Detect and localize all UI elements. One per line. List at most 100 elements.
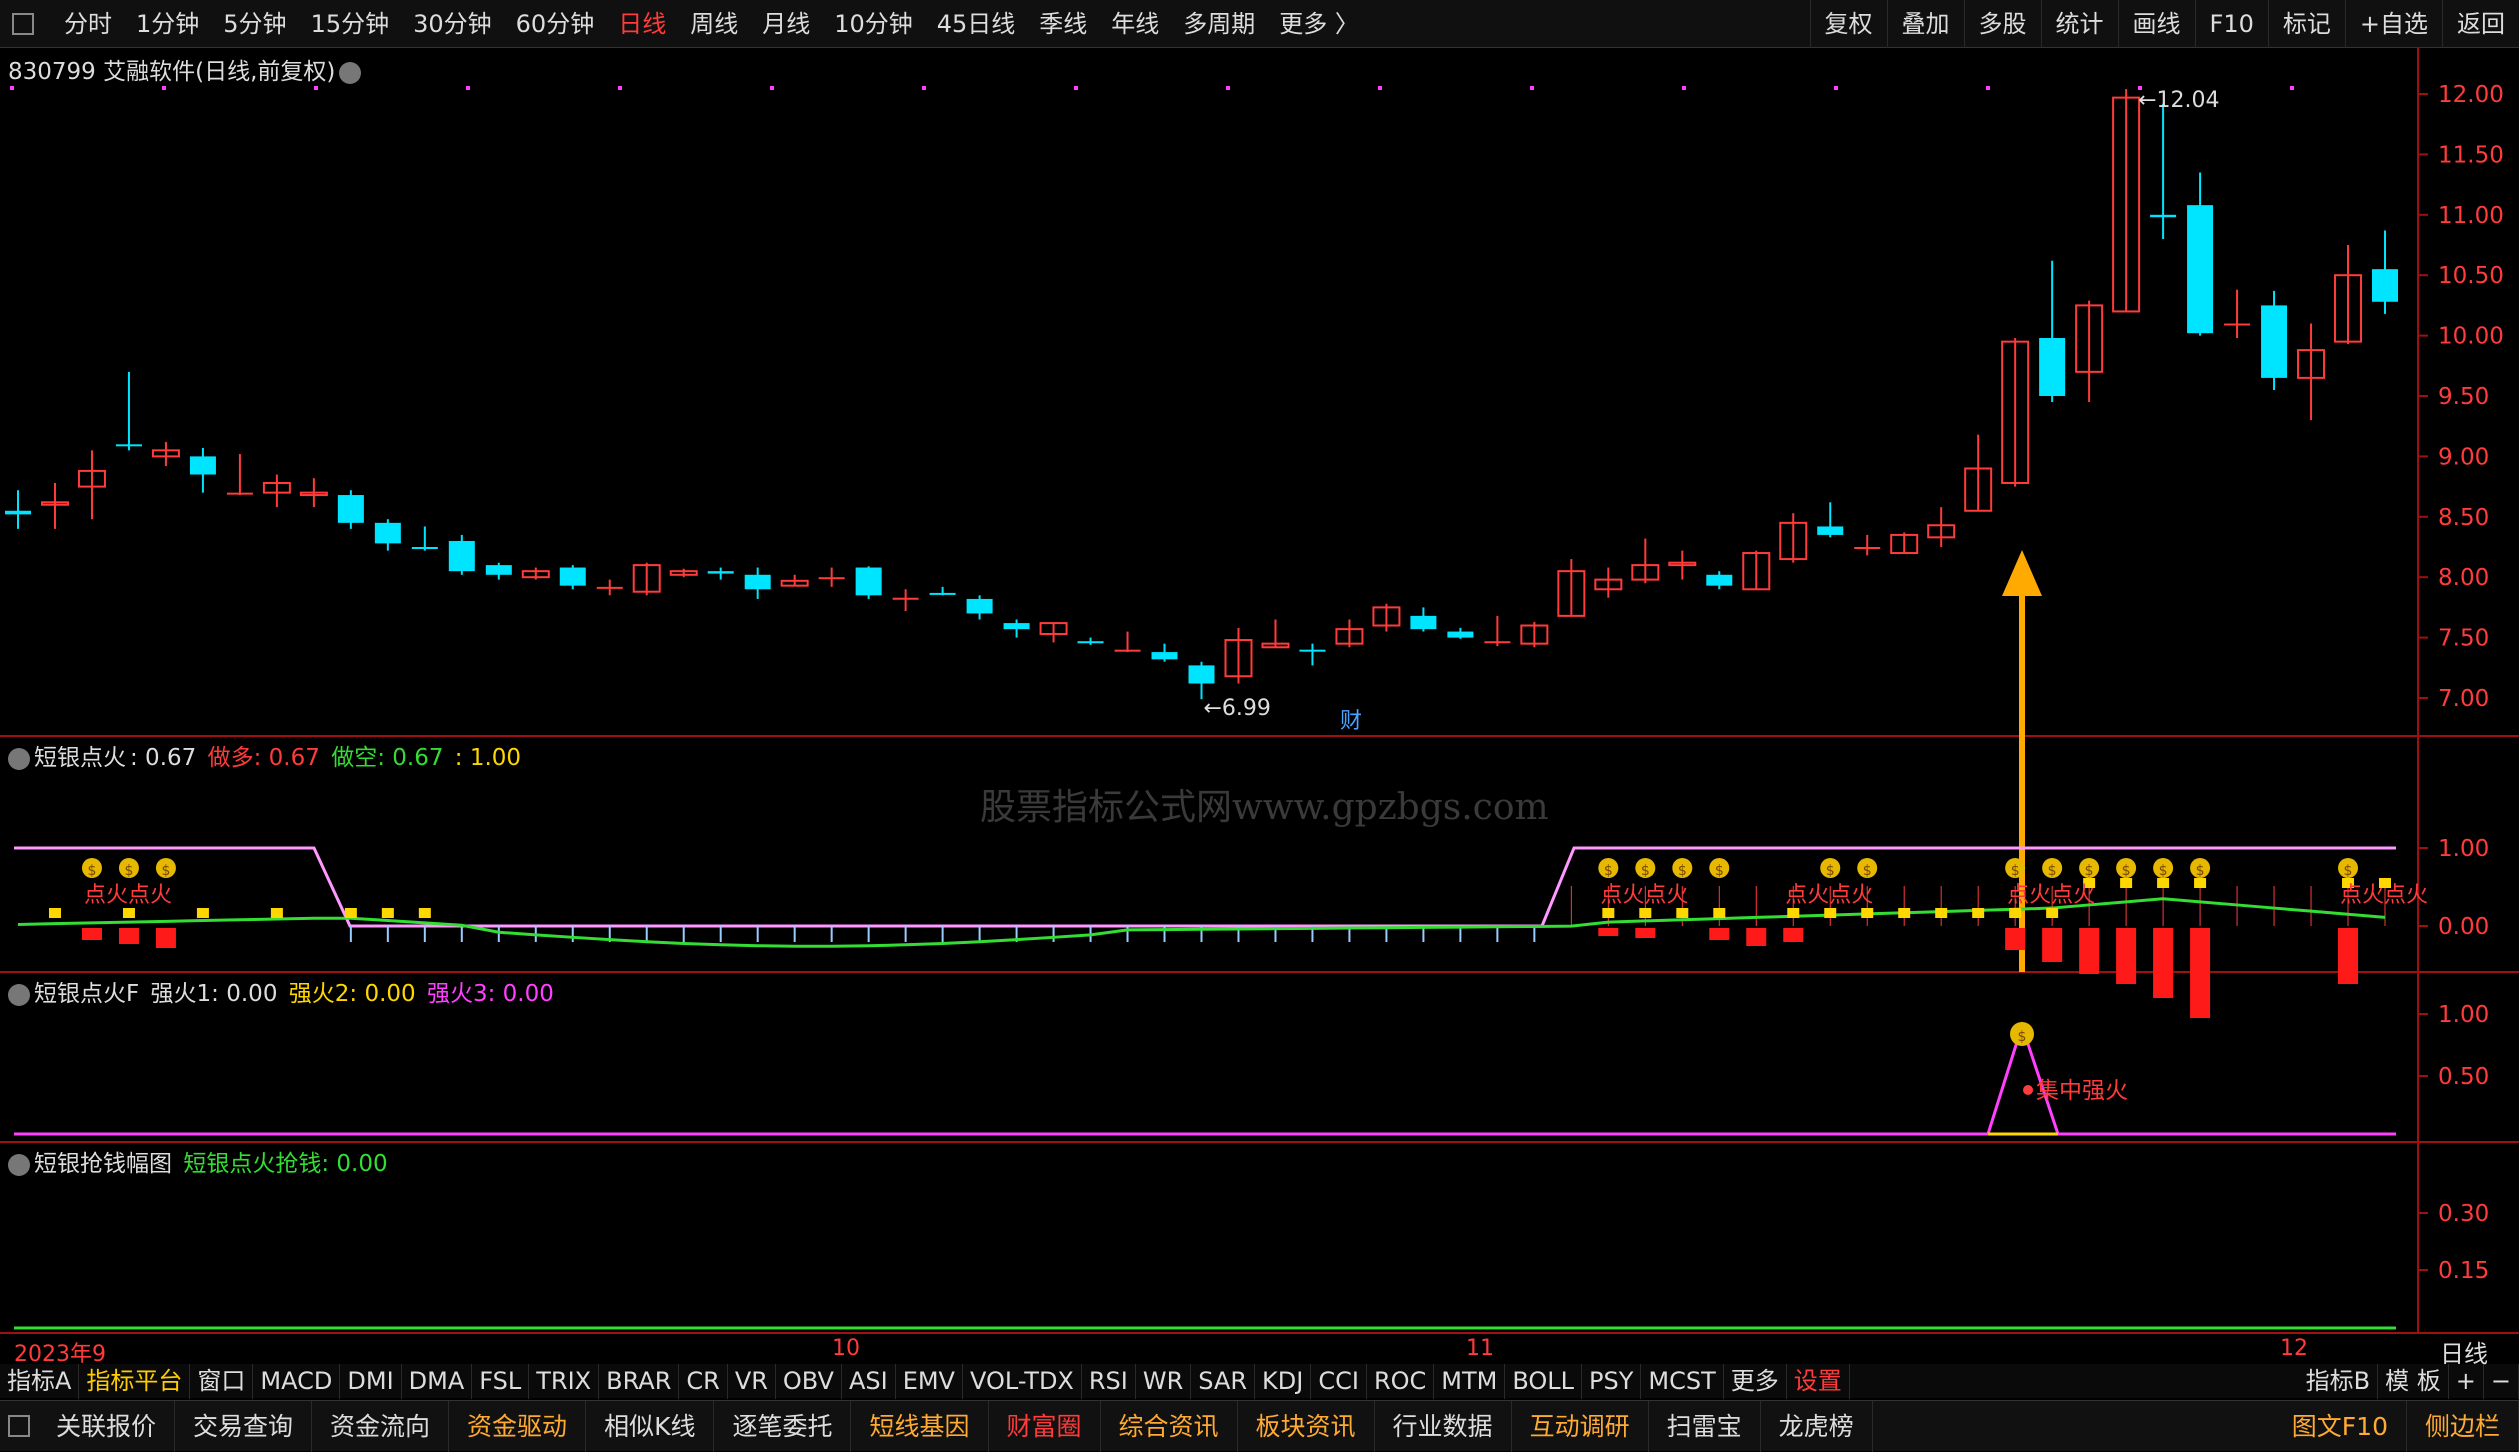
watermark: 股票指标公式网www.gpzbgs.com bbox=[980, 787, 1549, 828]
indicator-tab-right[interactable]: − bbox=[2484, 1362, 2519, 1399]
indicator-tab[interactable]: VOL-TDX bbox=[963, 1362, 1082, 1399]
feature-tab[interactable]: 板块资讯 bbox=[1238, 1400, 1375, 1452]
indicator-tab[interactable]: WR bbox=[1136, 1362, 1192, 1399]
panel1-extra: : 1.00 bbox=[454, 745, 522, 771]
price-axis-label: 11.00 bbox=[2438, 203, 2504, 229]
toolbar-button[interactable]: 统计 bbox=[2040, 0, 2118, 48]
feature-tab[interactable]: 资金流向 bbox=[312, 1400, 450, 1452]
candle-body bbox=[966, 598, 993, 614]
candle-body bbox=[707, 571, 734, 574]
period-tab[interactable]: 季线 bbox=[1027, 0, 1099, 48]
period-tab[interactable]: 日线 bbox=[606, 0, 678, 48]
candle-body bbox=[744, 574, 771, 590]
yellow-signal bbox=[122, 908, 135, 918]
feature-tab[interactable]: 财富圈 bbox=[989, 1400, 1101, 1452]
indicator-tab[interactable]: VR bbox=[728, 1362, 776, 1399]
marker-dot bbox=[1074, 86, 1078, 90]
indicator-tab[interactable]: DMA bbox=[402, 1362, 473, 1399]
toolbar-button[interactable]: F10 bbox=[2194, 0, 2268, 48]
period-tab[interactable]: 10分钟 bbox=[822, 0, 925, 48]
feature-tab[interactable]: 扫雷宝 bbox=[1649, 1400, 1761, 1452]
indicator-tab[interactable]: MTM bbox=[1434, 1362, 1506, 1399]
indicator-tab[interactable]: ROC bbox=[1367, 1362, 1435, 1399]
kline-chart[interactable]: 12.00 11.50 11.00 10.50 10.00 9.50 9.00 8.50 8.0… bbox=[0, 48, 2519, 1332]
signal-dot bbox=[2023, 1085, 2033, 1095]
period-tab[interactable]: 60分钟 bbox=[504, 0, 607, 48]
indicator-tab-right[interactable]: 模 板 bbox=[2378, 1362, 2449, 1399]
indicator-tab[interactable]: BOLL bbox=[1505, 1362, 1583, 1399]
indicator-tab[interactable]: 窗口 bbox=[190, 1362, 254, 1399]
candle-body bbox=[1151, 652, 1178, 660]
red-signal-bar bbox=[2190, 928, 2211, 1018]
period-tab[interactable]: 分时 bbox=[52, 0, 124, 48]
toolbar-button[interactable]: 叠加 bbox=[1886, 0, 1964, 48]
toolbar-button[interactable]: 画线 bbox=[2117, 0, 2195, 48]
marker-dot bbox=[466, 86, 470, 90]
feature-tab[interactable]: 逐笔委托 bbox=[714, 1400, 852, 1452]
period-tab[interactable]: 30分钟 bbox=[401, 0, 504, 48]
feature-tab[interactable]: 关联报价 bbox=[38, 1400, 176, 1452]
period-tab[interactable]: 1分钟 bbox=[124, 0, 211, 48]
period-tab[interactable]: 15分钟 bbox=[299, 0, 402, 48]
candle-body bbox=[2224, 323, 2251, 326]
window-menu-icon[interactable] bbox=[12, 12, 34, 35]
feature-tab-right[interactable]: 图文F10 bbox=[2274, 1400, 2407, 1452]
chevron-down-icon[interactable] bbox=[8, 983, 30, 1006]
indicator-tab[interactable]: TRIX bbox=[529, 1362, 600, 1399]
indicator-tab[interactable]: CCI bbox=[1311, 1362, 1367, 1399]
feature-tab[interactable]: 资金驱动 bbox=[449, 1400, 587, 1452]
indicator-tab[interactable]: MCST bbox=[1641, 1362, 1724, 1399]
feature-tab[interactable]: 交易查询 bbox=[175, 1400, 313, 1452]
yellow-signal bbox=[381, 908, 394, 918]
toolbar-button[interactable]: +自选 bbox=[2344, 0, 2442, 48]
feature-tab[interactable]: 相似K线 bbox=[586, 1400, 715, 1452]
chevron-down-icon[interactable] bbox=[8, 747, 30, 770]
indicator-tab[interactable]: 更多 bbox=[1724, 1362, 1787, 1399]
marker-dot bbox=[1834, 86, 1838, 90]
feature-tab[interactable]: 综合资讯 bbox=[1101, 1400, 1238, 1452]
indicator-tab[interactable]: OBV bbox=[776, 1362, 842, 1399]
indicator-tab[interactable]: 设置 bbox=[1787, 1362, 1850, 1399]
indicator-tab[interactable]: EMV bbox=[896, 1362, 963, 1399]
indicator-tab-right[interactable]: 指标B bbox=[2299, 1362, 2379, 1399]
period-tab[interactable]: 45日线 bbox=[925, 0, 1028, 48]
strong-fire-label: 集中强火 bbox=[2036, 1078, 2128, 1104]
feature-tab[interactable]: 互动调研 bbox=[1512, 1400, 1649, 1452]
indicator-tab[interactable]: BRAR bbox=[599, 1362, 680, 1399]
red-signal-bar bbox=[1746, 928, 1767, 946]
red-signal-bar bbox=[2116, 928, 2137, 984]
feature-tab[interactable]: 短线基因 bbox=[851, 1400, 989, 1452]
period-tab[interactable]: 多周期 bbox=[1171, 0, 1267, 48]
period-tab[interactable]: 年线 bbox=[1099, 0, 1171, 48]
chevron-down-icon[interactable] bbox=[8, 1153, 30, 1176]
indicator-tab[interactable]: MACD bbox=[253, 1362, 341, 1399]
feature-tab-right[interactable]: 侧边栏 bbox=[2407, 1400, 2519, 1452]
candle-body bbox=[855, 567, 882, 596]
indicator-tab[interactable]: FSL bbox=[472, 1362, 530, 1399]
feature-tab[interactable]: 行业数据 bbox=[1375, 1400, 1512, 1452]
candle-body bbox=[2372, 269, 2398, 302]
period-tab[interactable]: 5分钟 bbox=[211, 0, 298, 48]
toolbar-button[interactable]: 标记 bbox=[2267, 0, 2345, 48]
chart-area: 12.00 11.50 11.00 10.50 10.00 9.50 9.00 8.50 8.0… bbox=[0, 48, 2519, 1332]
indicator-tab[interactable]: PSY bbox=[1582, 1362, 1642, 1399]
indicator-tab[interactable]: ASI bbox=[842, 1362, 896, 1399]
indicator-tab[interactable]: RSI bbox=[1082, 1362, 1136, 1399]
period-tab[interactable]: 月线 bbox=[750, 0, 822, 48]
toolbar-button[interactable]: 多股 bbox=[1963, 0, 2041, 48]
feature-tab[interactable]: 龙虎榜 bbox=[1761, 1400, 1873, 1452]
period-tab[interactable]: 周线 bbox=[678, 0, 750, 48]
stock-title: 830799 艾融软件(日线,前复权) bbox=[8, 52, 365, 86]
toolbar-button[interactable]: 复权 bbox=[1809, 0, 1887, 48]
red-signal-bar bbox=[81, 928, 102, 940]
chevron-down-icon[interactable] bbox=[339, 61, 362, 84]
period-tab[interactable]: 更多 〉 bbox=[1267, 0, 1371, 48]
date-axis-label: 11 bbox=[1466, 1336, 1494, 1361]
indicator-tab[interactable]: KDJ bbox=[1255, 1362, 1312, 1399]
red-signal-bar bbox=[1635, 928, 1656, 938]
indicator-tab[interactable]: DMI bbox=[340, 1362, 402, 1399]
indicator-tab[interactable]: CR bbox=[679, 1362, 728, 1399]
panel-toggle-icon[interactable] bbox=[8, 1415, 30, 1437]
toolbar-button[interactable]: 返回 bbox=[2442, 0, 2519, 48]
indicator-tab[interactable]: SAR bbox=[1191, 1362, 1256, 1399]
